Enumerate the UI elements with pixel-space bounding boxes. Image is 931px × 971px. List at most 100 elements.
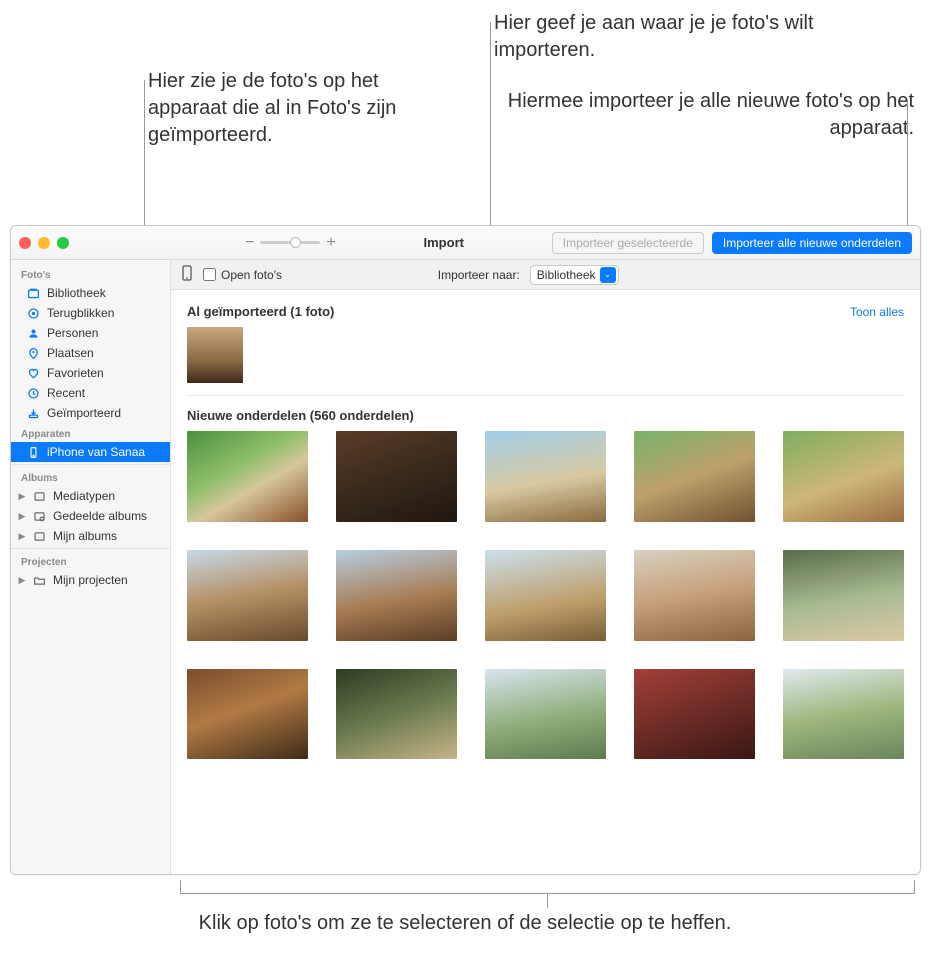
callout-already-imported: Hier zie je de foto's op het apparaat di… <box>148 68 428 149</box>
minimize-window-button[interactable] <box>38 237 50 249</box>
already-imported-thumbnail[interactable] <box>187 327 243 383</box>
already-imported-title: Al geïmporteerd (1 foto) <box>187 304 334 319</box>
photo-thumbnail[interactable] <box>485 550 606 641</box>
open-photos-label: Open foto's <box>221 268 282 282</box>
photo-thumbnail[interactable] <box>783 669 904 760</box>
callout-import-all-new: Hiermee importeer je alle nieuwe foto's … <box>494 88 914 142</box>
photo-thumbnail[interactable] <box>336 550 457 641</box>
library-icon <box>27 287 41 300</box>
callout-import-destination: Hier geef je aan waar je je foto's wilt … <box>494 10 824 64</box>
phone-icon <box>181 265 193 284</box>
section-divider <box>187 395 904 396</box>
sidebar-item-label: Favorieten <box>47 366 104 380</box>
sidebar-divider <box>11 464 170 465</box>
sidebar-item-mijn-albums[interactable]: ▶ Mijn albums <box>11 526 170 546</box>
sidebar-section-photos: Foto's <box>11 264 170 283</box>
sidebar-item-label: Geïmporteerd <box>47 406 121 420</box>
sidebar-item-label: iPhone van Sanaa <box>47 445 145 459</box>
sidebar-item-gedeelde-albums[interactable]: ▶ Gedeelde albums <box>11 506 170 526</box>
photo-thumbnail[interactable] <box>336 669 457 760</box>
zoom-slider-thumb[interactable] <box>290 237 301 248</box>
photo-thumbnail[interactable] <box>336 431 457 522</box>
sidebar-item-mijn-projecten[interactable]: ▶ Mijn projecten <box>11 570 170 590</box>
show-all-link[interactable]: Toon alles <box>850 305 904 319</box>
open-photos-checkbox-wrapper[interactable]: Open foto's <box>203 268 282 282</box>
zoom-window-button[interactable] <box>57 237 69 249</box>
open-photos-checkbox[interactable] <box>203 268 216 281</box>
sidebar-section-projects: Projecten <box>11 551 170 570</box>
new-items-section-header: Nieuwe onderdelen (560 onderdelen) <box>187 408 904 423</box>
sidebar-item-label: Mijn albums <box>53 529 117 543</box>
sidebar-section-albums: Albums <box>11 467 170 486</box>
sidebar-item-mediatypen[interactable]: ▶ Mediatypen <box>11 486 170 506</box>
people-icon <box>27 327 41 340</box>
sidebar-item-recent[interactable]: Recent <box>11 383 170 403</box>
phone-icon <box>27 446 41 459</box>
thumbnail-zoom-slider[interactable]: − + <box>245 234 336 252</box>
titlebar: − + Import Importeer geselecteerde Impor… <box>11 226 920 260</box>
sidebar-item-favorieten[interactable]: Favorieten <box>11 363 170 383</box>
folder-icon <box>33 574 47 587</box>
heart-icon <box>27 367 41 380</box>
zoom-slider-track[interactable] <box>260 241 320 244</box>
sidebar-divider <box>11 548 170 549</box>
callout-line <box>547 894 548 908</box>
places-icon <box>27 347 41 360</box>
album-icon <box>33 490 47 503</box>
photo-thumbnail[interactable] <box>187 431 308 522</box>
import-selected-button[interactable]: Importeer geselecteerde <box>552 232 704 254</box>
photo-thumbnail[interactable] <box>187 550 308 641</box>
photo-thumbnail[interactable] <box>485 669 606 760</box>
zoom-out-icon: − <box>245 234 254 252</box>
sidebar-item-label: Mediatypen <box>53 489 115 503</box>
sidebar-section-devices: Apparaten <box>11 423 170 442</box>
photo-thumbnail[interactable] <box>485 431 606 522</box>
chevron-right-icon[interactable]: ▶ <box>17 511 27 522</box>
chevron-right-icon[interactable]: ▶ <box>17 531 27 542</box>
import-content-area: Al geïmporteerd (1 foto) Toon alles Nieu… <box>171 290 920 874</box>
photo-thumbnail[interactable] <box>634 550 755 641</box>
window-controls <box>19 237 69 249</box>
imported-icon <box>27 407 41 420</box>
close-window-button[interactable] <box>19 237 31 249</box>
callout-line <box>907 100 908 232</box>
chevron-up-down-icon: ⌄ <box>600 267 616 283</box>
photo-thumbnail[interactable] <box>634 431 755 522</box>
import-all-new-button[interactable]: Importeer alle nieuwe onderdelen <box>712 232 912 254</box>
sidebar: Foto's Bibliotheek Terugblikken Personen… <box>11 260 171 874</box>
sidebar-item-bibliotheek[interactable]: Bibliotheek <box>11 283 170 303</box>
sidebar-item-label: Recent <box>47 386 85 400</box>
callout-bracket <box>180 880 915 894</box>
chevron-right-icon[interactable]: ▶ <box>17 575 27 586</box>
new-items-grid <box>187 431 904 759</box>
sidebar-item-label: Personen <box>47 326 98 340</box>
import-destination-select[interactable]: Bibliotheek ⌄ <box>530 265 619 285</box>
sidebar-item-label: Terugblikken <box>47 306 114 320</box>
sidebar-item-iphone-van-sanaa[interactable]: iPhone van Sanaa <box>11 442 170 462</box>
sidebar-item-label: Bibliotheek <box>47 286 106 300</box>
import-destination-value: Bibliotheek <box>537 268 596 282</box>
chevron-right-icon[interactable]: ▶ <box>17 491 27 502</box>
main-content: Open foto's Importeer naar: Bibliotheek … <box>171 260 920 874</box>
shared-album-icon <box>33 510 47 523</box>
options-bar: Open foto's Importeer naar: Bibliotheek … <box>171 260 920 290</box>
sidebar-item-label: Mijn projecten <box>53 573 128 587</box>
new-items-title: Nieuwe onderdelen (560 onderdelen) <box>187 408 414 423</box>
photo-thumbnail[interactable] <box>783 550 904 641</box>
photo-thumbnail[interactable] <box>783 431 904 522</box>
photo-thumbnail[interactable] <box>187 669 308 760</box>
photo-thumbnail[interactable] <box>634 669 755 760</box>
album-icon <box>33 530 47 543</box>
sidebar-item-plaatsen[interactable]: Plaatsen <box>11 343 170 363</box>
already-imported-section-header: Al geïmporteerd (1 foto) Toon alles <box>187 304 904 319</box>
memories-icon <box>27 307 41 320</box>
page-title: Import <box>424 235 464 250</box>
sidebar-item-label: Gedeelde albums <box>53 509 147 523</box>
clock-icon <box>27 387 41 400</box>
sidebar-item-geimporteerd[interactable]: Geïmporteerd <box>11 403 170 423</box>
callout-click-to-select: Klik op foto's om ze te selecteren of de… <box>100 910 830 937</box>
sidebar-item-terugblikken[interactable]: Terugblikken <box>11 303 170 323</box>
photos-app-window: − + Import Importeer geselecteerde Impor… <box>10 225 921 875</box>
sidebar-item-personen[interactable]: Personen <box>11 323 170 343</box>
sidebar-item-label: Plaatsen <box>47 346 94 360</box>
